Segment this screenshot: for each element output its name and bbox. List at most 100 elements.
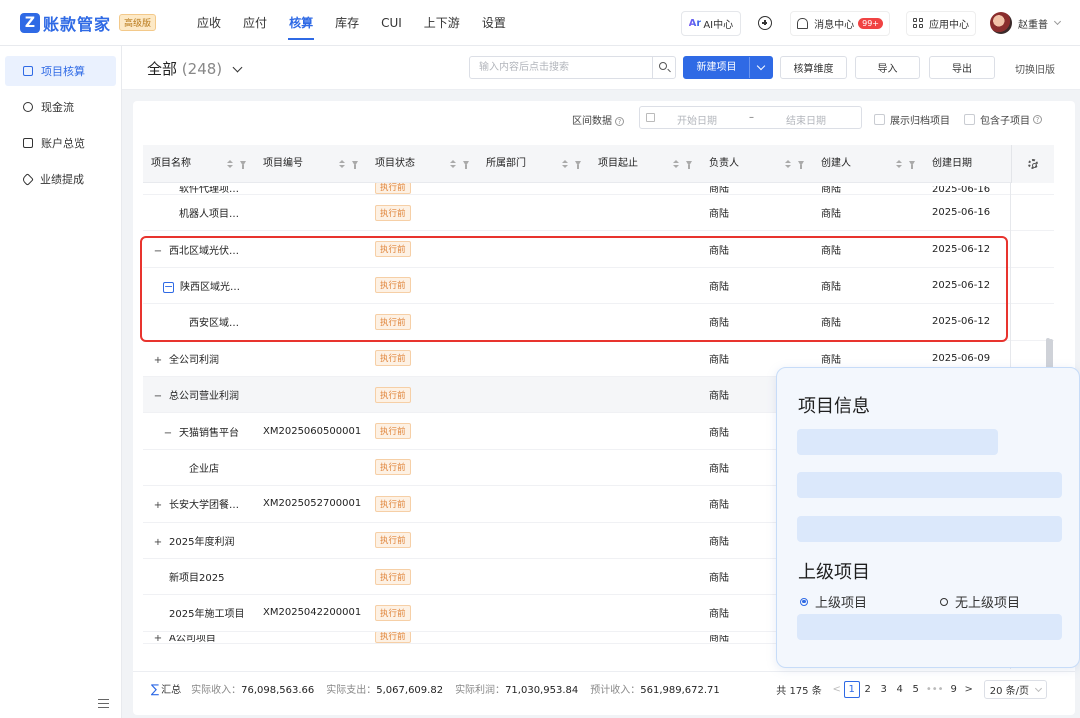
sort-icon[interactable] [896,160,902,169]
project-name[interactable]: 2025年施工项目 [169,609,244,620]
add-circle-icon[interactable] [758,16,773,30]
radio-dot[interactable] [800,597,808,606]
table-row[interactable]: 软件代理项… 执行前 商陆 商陆 2025-06-16 [143,183,1054,195]
page-ellipsis[interactable]: ••• [924,684,946,695]
expand-icon[interactable]: + [153,500,163,511]
table-row[interactable]: − 陕西区域光… 执行前 商陆 商陆 2025-06-12 [143,268,1054,305]
import-button[interactable]: 导入 [855,56,920,79]
page-4[interactable]: 4 [892,684,908,695]
radio-dot[interactable] [940,597,948,606]
project-info-field-2[interactable] [797,472,1062,498]
user-menu[interactable]: 赵重普 [990,12,1062,34]
project-info-field-3[interactable] [797,516,1062,542]
filter-icon[interactable] [686,161,692,169]
project-name[interactable]: 企业店 [189,464,219,475]
project-name[interactable]: A公司项目 [169,635,216,643]
radio-no-parent[interactable]: 无上级项目 [940,592,1020,611]
search-input[interactable] [470,57,650,78]
column-header-owner[interactable]: 负责人 [701,145,813,183]
sort-icon[interactable] [562,160,568,169]
message-center-button[interactable]: 消息中心 99+ [790,10,890,36]
project-name[interactable]: 全公司利润 [169,355,219,366]
nav-payable[interactable]: 应付 [232,0,278,46]
column-header-name[interactable]: 项目名称 [143,145,255,183]
project-name[interactable]: 天猫销售平台 [179,428,239,439]
export-button[interactable]: 导出 [929,56,995,79]
nav-cui[interactable]: CUI [370,0,413,46]
project-name[interactable]: 长安大学团餐… [169,500,239,511]
filter-icon[interactable] [463,161,469,169]
page-size-select[interactable]: 20 条/页 [983,680,1047,699]
collapse-icon[interactable]: − [153,391,163,402]
checkbox-box[interactable] [874,114,885,125]
show-archived-checkbox[interactable]: 展示归档项目 [874,112,950,127]
column-header-dept[interactable]: 所属部门 [478,145,590,183]
sort-icon[interactable] [785,160,791,169]
help-icon[interactable]: ? [1033,115,1042,124]
page-9[interactable]: 9 [946,684,962,695]
sidebar-item-account-overview[interactable]: 账户总览 [5,128,116,158]
include-children-checkbox[interactable]: 包含子项目 ? [964,112,1042,127]
column-header-code[interactable]: 项目编号 [255,145,367,183]
nav-inventory[interactable]: 库存 [324,0,370,46]
sort-icon[interactable] [339,160,345,169]
nav-receivable[interactable]: 应收 [186,0,232,46]
ai-center-button[interactable]: Ar AI中心 [680,10,742,36]
next-page-button[interactable]: > [962,684,976,695]
project-name[interactable]: 软件代理项… [179,186,239,194]
sidebar-item-commission[interactable]: 业绩提成 [5,164,116,194]
project-name[interactable]: 机器人项目… [179,209,239,220]
collapse-sidebar-icon[interactable] [98,699,109,708]
prev-page-button[interactable]: < [830,684,844,695]
end-date-field[interactable]: 结束日期 [786,112,826,127]
sidebar-item-cash-flow[interactable]: 现金流 [5,92,116,122]
filter-icon[interactable] [909,161,915,169]
filter-icon[interactable] [240,161,246,169]
sort-icon[interactable] [450,160,456,169]
new-project-label[interactable]: 新建项目 [684,57,750,78]
project-name[interactable]: 陕西区域光… [180,282,240,293]
checkbox-box[interactable] [964,114,975,125]
app-center-button[interactable]: 应用中心 [906,10,976,36]
app-logo[interactable]: Z 账款管家 高级版 [20,11,157,35]
column-settings-button[interactable] [1011,145,1054,183]
page-1[interactable]: 1 [843,681,860,698]
expand-icon[interactable]: + [153,355,163,366]
project-name[interactable]: 新项目2025 [169,573,224,584]
sort-icon[interactable] [227,160,233,169]
project-name[interactable]: 西安区域… [189,318,239,329]
nav-accounting[interactable]: 核算 [278,0,324,46]
radio-has-parent[interactable]: 上级项目 [800,592,867,611]
table-row[interactable]: 西安区域… 执行前 商陆 商陆 2025-06-12 [143,304,1054,341]
table-row[interactable]: − 西北区域光伏… 执行前 商陆 商陆 2025-06-12 [143,231,1054,268]
project-name[interactable]: 西北区域光伏… [169,246,239,257]
project-name[interactable]: 2025年度利润 [169,537,234,548]
table-row[interactable]: 机器人项目… 执行前 商陆 商陆 2025-06-16 [143,195,1054,232]
switch-old-version-link[interactable]: 切换旧版 [1015,61,1055,76]
project-name[interactable]: 总公司营业利润 [169,391,239,402]
accounting-dimension-button[interactable]: 核算维度 [780,56,847,79]
page-5[interactable]: 5 [908,684,924,695]
page-title[interactable]: 全部 (248) [147,58,243,79]
expand-icon[interactable]: + [153,537,163,548]
collapse-icon[interactable]: − [163,428,173,439]
page-3[interactable]: 3 [876,684,892,695]
collapse-icon[interactable]: − [153,246,163,257]
help-icon[interactable]: ? [615,116,624,126]
parent-project-field[interactable] [797,614,1062,640]
filter-icon[interactable] [798,161,804,169]
expand-icon[interactable]: + [153,635,163,643]
chevron-down-icon[interactable] [750,57,772,78]
new-project-button[interactable]: 新建项目 [683,56,773,79]
filter-icon[interactable] [352,161,358,169]
column-header-creator[interactable]: 创建人 [813,145,924,183]
project-info-field-1[interactable] [797,429,998,455]
search-button[interactable] [652,57,675,78]
sort-icon[interactable] [673,160,679,169]
collapse-icon[interactable]: − [163,281,174,293]
nav-settings[interactable]: 设置 [471,0,517,46]
nav-supply-chain[interactable]: 上下游 [413,0,471,46]
column-header-status[interactable]: 项目状态 [367,145,478,183]
sidebar-item-project-accounting[interactable]: 项目核算 [5,56,116,86]
column-header-date[interactable]: 创建日期 [924,145,1020,183]
